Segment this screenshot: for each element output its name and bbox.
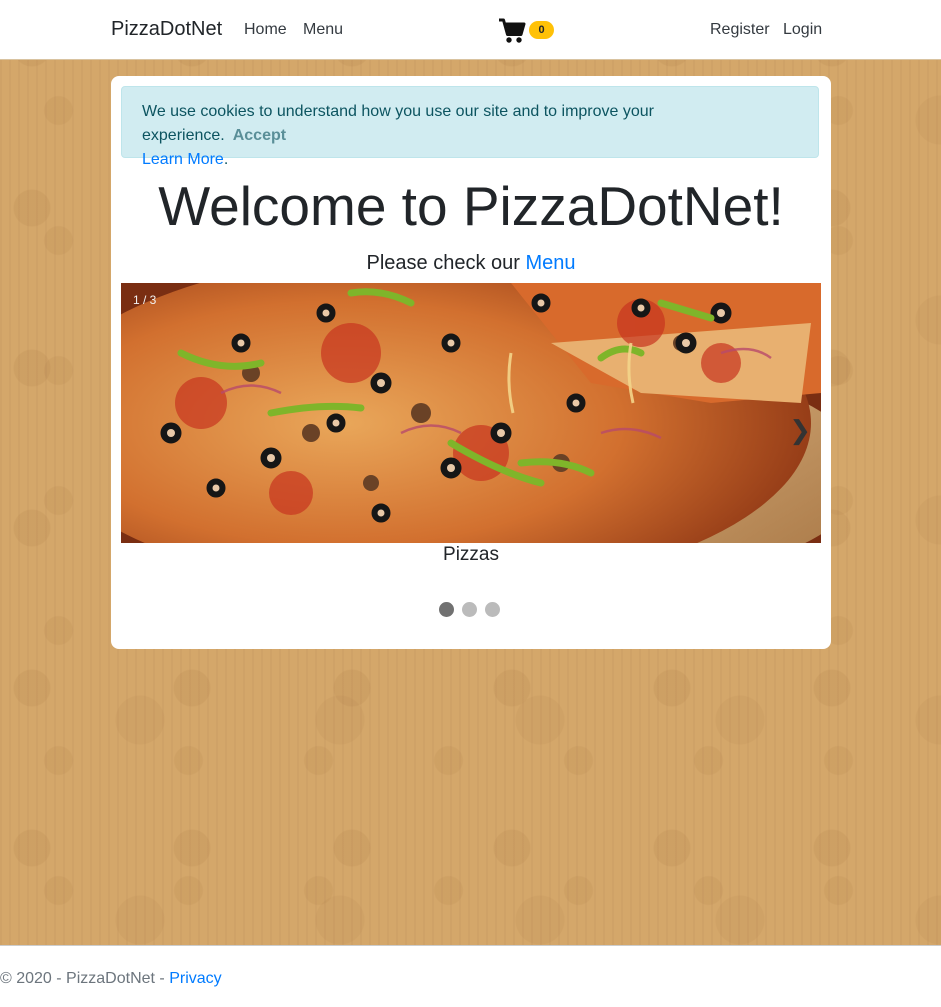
slide-dot-2[interactable] [462, 602, 477, 617]
brand-link[interactable]: PizzaDotNet [111, 18, 222, 41]
shopping-cart-icon [499, 18, 526, 43]
navbar: PizzaDotNet Home Menu 0 Register Login [0, 0, 941, 60]
nav-menu[interactable]: Menu [303, 21, 343, 39]
slide-dot-3[interactable] [485, 602, 500, 617]
cookie-accept-button[interactable]: Accept [233, 127, 286, 144]
cookie-message: We use cookies to understand how you use… [142, 103, 654, 144]
slide-dot-1[interactable] [439, 602, 454, 617]
nav-login[interactable]: Login [783, 21, 822, 39]
slide-counter: 1 / 3 [133, 293, 157, 307]
cookie-period: . [223, 151, 229, 168]
slideshow-image: 1 / 3 ❯ [121, 283, 821, 543]
footer-copyright: © 2020 - PizzaDotNet - [0, 970, 170, 987]
cookie-consent-banner: We use cookies to understand how you use… [121, 86, 819, 168]
page-title: Welcome to PizzaDotNet! [158, 175, 784, 237]
cart-count-badge: 0 [529, 21, 554, 39]
cookie-learn-more-link[interactable]: Learn More [142, 151, 224, 168]
pizza-photo [121, 283, 821, 543]
footer: © 2020 - PizzaDotNet - Privacy [0, 945, 941, 1007]
slideshow-dots [439, 602, 509, 618]
nav-home[interactable]: Home [244, 21, 287, 39]
slide-caption: Pizzas [443, 544, 499, 565]
chevron-right-icon: ❯ [789, 415, 811, 445]
cart-button[interactable]: 0 [498, 17, 558, 45]
main-card: We use cookies to understand how you use… [111, 76, 831, 649]
privacy-link[interactable]: Privacy [169, 970, 221, 987]
subtitle-menu-link[interactable]: Menu [525, 252, 575, 274]
nav-register[interactable]: Register [710, 21, 770, 39]
slideshow-next-button[interactable]: ❯ [789, 417, 811, 443]
footer-text: © 2020 - PizzaDotNet - Privacy [0, 970, 222, 988]
page-subtitle: Please check our Menu [111, 252, 831, 275]
subtitle-text: Please check our [366, 252, 526, 274]
